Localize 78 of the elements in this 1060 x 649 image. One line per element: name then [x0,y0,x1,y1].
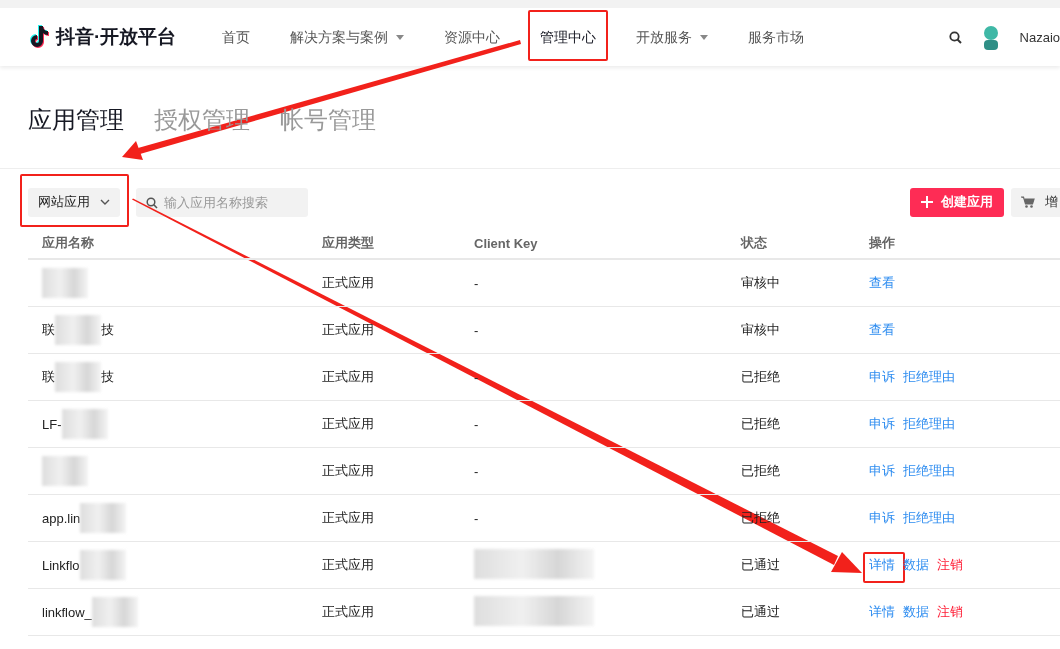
app-name: 联 [42,321,55,339]
status-text: 已拒绝 [741,368,781,386]
table-cell-text: 正式应用 [322,603,375,621]
app-type-dropdown[interactable]: 网站应用 [28,187,120,217]
chevron-down-icon [100,199,110,205]
action-link[interactable]: 查看 [869,275,895,291]
status-text: 已拒绝 [741,462,781,480]
create-app-button[interactable]: 创建应用 [910,187,1004,217]
action-link[interactable]: 申诉 [869,510,895,526]
nav-link[interactable]: 首页 [214,28,259,46]
table-cell-text: - [474,510,480,526]
action-link[interactable]: 详情 [869,604,895,620]
column-header: 应用类型 [322,234,375,252]
status-text: 已通过 [741,603,781,621]
caret-icon [700,34,709,40]
blur-mask [61,409,108,439]
blur-mask [42,268,88,298]
status-text: 已拒绝 [741,415,781,433]
action-link[interactable]: 拒绝理由 [903,463,955,479]
action-link[interactable]: 注销 [937,557,963,573]
status-text: 已通过 [741,556,781,574]
blur-mask [55,362,101,392]
tab[interactable]: 应用管理 [28,104,124,136]
action-link[interactable]: 详情 [869,557,895,573]
table-cell-text: - [474,416,480,432]
column-header: Client Key [474,235,539,251]
app-name: LF- [42,416,62,432]
action-link[interactable]: 拒绝理由 [903,416,955,432]
table-cell-text: - [474,369,480,385]
search-field[interactable]: 输入应用名称搜索 [136,187,308,217]
app-name: 联 [42,368,55,386]
table-cell-text: 正式应用 [322,368,375,386]
blur-mask [42,456,88,486]
table-cell-text: 正式应用 [322,462,375,480]
action-link[interactable]: 申诉 [869,369,895,385]
cart-button[interactable]: 增 [1011,187,1060,217]
column-header: 状态 [741,234,768,252]
action-link[interactable]: 拒绝理由 [903,510,955,526]
table-cell-text: 正式应用 [322,321,375,339]
search-icon [146,196,158,209]
app-name: linkflow_ [42,604,92,620]
nav-link[interactable]: 资源中心 [436,28,509,46]
user-name[interactable]: Nazaio [1019,29,1060,45]
nav-link[interactable]: 管理中心 [532,28,605,46]
app-name: 技 [101,368,114,386]
nav-link[interactable]: 开放服务 [628,28,717,46]
table-cell-text: 正式应用 [322,415,375,433]
logo-icon [28,25,50,49]
blur-mask [80,503,127,533]
action-link[interactable]: 拒绝理由 [903,369,955,385]
blur-mask [91,597,138,627]
logo-text: 抖音·开放平台 [56,25,177,49]
app-name: Linkflo [42,557,80,573]
nav-link[interactable]: 解决方案与案例 [282,28,413,46]
action-link[interactable]: 查看 [869,322,895,338]
status-text: 审核中 [741,321,781,339]
action-link[interactable]: 申诉 [869,463,895,479]
action-link[interactable]: 申诉 [869,416,895,432]
search-icon[interactable] [948,30,962,44]
column-header: 应用名称 [42,234,95,252]
plus-icon [921,196,933,208]
app-name: app.lin [42,510,81,526]
nav-link[interactable]: 服务市场 [740,28,813,46]
app-name: 技 [101,321,114,339]
blur-mask [55,315,101,345]
tab[interactable]: 帐号管理 [280,104,376,136]
table-cell-text: 正式应用 [322,509,375,527]
action-link[interactable]: 注销 [937,604,963,620]
status-text: 审核中 [741,274,781,292]
action-link[interactable]: 数据 [903,604,929,620]
table-cell-text: - [474,463,480,479]
blur-mask [79,550,126,580]
table-cell-text: - [474,275,480,291]
table-cell-text: 正式应用 [322,556,375,574]
table-cell-text: - [474,322,480,338]
table-cell-text: 正式应用 [322,274,375,292]
column-header: 操作 [869,234,896,252]
cart-icon [1021,196,1035,208]
